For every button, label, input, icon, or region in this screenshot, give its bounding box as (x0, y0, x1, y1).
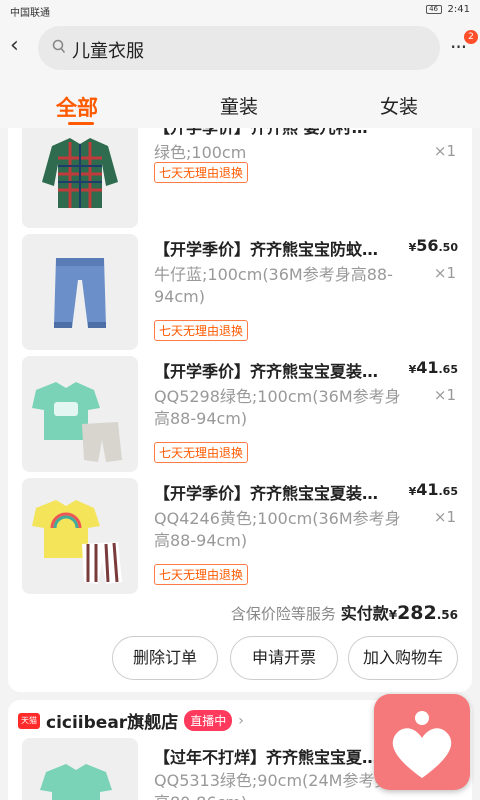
item-spec: 牛仔蓝;100cm(36M参考身高88-94cm) (154, 265, 393, 306)
service-note: 含保价险等服务 (230, 605, 336, 623)
back-icon[interactable]: ‹ (10, 34, 30, 58)
more-button[interactable]: ··· 2 (450, 30, 478, 60)
order-item[interactable]: 【开学季价】齐齐熊宝宝防蚊… ¥56.50 牛仔蓝;100cm(36M参考身高8… (8, 234, 472, 352)
status-right: 46 2:41 (425, 4, 470, 15)
tab-kids[interactable]: 童装 (220, 92, 258, 119)
item-title: 【过年不打烊】齐齐熊宝宝夏… (154, 748, 379, 767)
shop-header[interactable]: 天猫 ciciibear旗舰店 直播中 › (18, 708, 244, 733)
heart-icon (392, 711, 452, 778)
return-tag: 七天无理由退换 (154, 162, 249, 183)
price-decimal: .65 (438, 485, 459, 498)
order-item[interactable]: 【开学季价】齐齐熊宝宝夏装… ¥41.65 QQ4246黄色;100cm(36M… (8, 478, 472, 596)
yellow-tshirt-image (22, 478, 138, 594)
price-integer: 41 (416, 358, 439, 377)
battery-icon: 46 (425, 5, 442, 14)
shop-name[interactable]: ciciibear旗舰店 (46, 708, 178, 733)
item-qty: ×1 (433, 142, 456, 160)
product-image[interactable] (22, 356, 138, 472)
tab-underline (68, 122, 94, 125)
plaid-shirt-image (22, 128, 138, 228)
item-price: ¥56.50 (409, 236, 458, 255)
tmall-icon: 天猫 (18, 712, 40, 729)
item-title: 【开学季价】齐齐熊 婴儿衬… (154, 128, 408, 138)
notification-badge: 2 (464, 30, 478, 44)
delete-order-button[interactable]: 删除订单 (112, 636, 218, 680)
live-badge[interactable]: 直播中 (184, 710, 233, 731)
item-spec: 绿色;100cm (154, 143, 247, 162)
price-integer: 41 (416, 480, 439, 499)
item-spec: QQ5298绿色;100cm(36M参考身高88-94cm) (154, 387, 401, 428)
item-price: ¥41.65 (409, 480, 458, 499)
item-qty: ×1 (433, 386, 456, 404)
price-integer: 56 (416, 236, 439, 255)
order-card: 【开学季价】齐齐熊 婴儿衬… 绿色;100cm ×1 七天无理由退换 【开学季价… (8, 128, 472, 692)
price-decimal: .65 (438, 363, 459, 376)
product-image[interactable] (22, 128, 138, 228)
tab-all[interactable]: 全部 (56, 92, 98, 122)
jeans-image (22, 234, 138, 350)
item-title: 【开学季价】齐齐熊宝宝夏装… (154, 362, 379, 381)
order-total: 含保价险等服务 实付款¥282.56 (231, 600, 458, 624)
floating-favorite-button[interactable] (374, 694, 470, 790)
item-qty: ×1 (433, 264, 456, 282)
clock: 2:41 (447, 4, 470, 15)
item-spec: QQ5313绿色;90cm(24M参考身高80-86cm) (154, 771, 390, 800)
product-image[interactable] (22, 738, 138, 800)
return-tag: 七天无理由退换 (154, 320, 249, 341)
paid-integer: 282 (397, 602, 437, 624)
search-icon (52, 39, 66, 54)
search-row: ‹ 儿童衣服 ··· 2 (0, 20, 480, 76)
order-item[interactable]: 【开学季价】齐齐熊 婴儿衬… 绿色;100cm ×1 七天无理由退换 (8, 128, 472, 230)
product-image[interactable] (22, 234, 138, 350)
status-bar: 中国联通 46 2:41 (0, 0, 480, 20)
paid-currency: ¥ (388, 608, 398, 622)
item-spec: QQ4246黄色;100cm(36M参考身高88-94cm) (154, 509, 401, 550)
item-title: 【开学季价】齐齐熊宝宝防蚊… (154, 240, 379, 259)
green-tshirt-image (22, 738, 138, 800)
return-tag: 七天无理由退换 (154, 564, 249, 585)
item-qty: ×1 (433, 508, 456, 526)
tab-bar: 全部 童装 女装 (0, 76, 480, 128)
tab-women[interactable]: 女装 (380, 92, 418, 119)
search-query: 儿童衣服 (72, 41, 144, 62)
price-decimal: .50 (438, 241, 459, 254)
item-title: 【开学季价】齐齐熊宝宝夏装… (154, 484, 379, 503)
order-item[interactable]: 【开学季价】齐齐熊宝宝夏装… ¥41.65 QQ5298绿色;100cm(36M… (8, 356, 472, 474)
request-invoice-button[interactable]: 申请开票 (230, 636, 338, 680)
product-image[interactable] (22, 478, 138, 594)
return-tag: 七天无理由退换 (154, 442, 249, 463)
paid-decimal: .56 (436, 608, 458, 622)
green-tshirt-image (22, 356, 138, 472)
search-input[interactable]: 儿童衣服 (38, 26, 440, 70)
item-price: ¥41.65 (409, 358, 458, 377)
paid-label: 实付款 (340, 604, 389, 623)
chevron-right-icon: › (238, 712, 244, 729)
carrier-label: 中国联通 (10, 8, 50, 19)
add-to-cart-button[interactable]: 加入购物车 (348, 636, 458, 680)
